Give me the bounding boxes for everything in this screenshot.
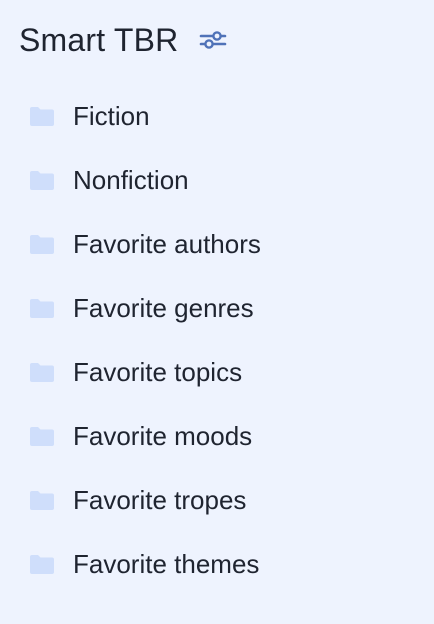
folder-label: Fiction — [73, 100, 150, 131]
folder-label: Favorite moods — [73, 420, 253, 451]
filter-button[interactable] — [198, 25, 228, 55]
folder-label: Favorite authors — [73, 228, 261, 259]
folder-item-favorite-genres[interactable]: Favorite genres — [0, 276, 434, 340]
folder-icon — [29, 553, 55, 575]
folder-label: Nonfiction — [73, 164, 189, 195]
folder-icon — [29, 105, 55, 127]
panel-title: Smart TBR — [19, 21, 179, 58]
folder-item-favorite-authors[interactable]: Favorite authors — [0, 212, 434, 276]
panel-header: Smart TBR — [19, 18, 228, 62]
folder-icon — [29, 425, 55, 447]
folder-item-favorite-topics[interactable]: Favorite topics — [0, 340, 434, 404]
folder-item-favorite-tropes[interactable]: Favorite tropes — [0, 468, 434, 532]
folder-icon — [29, 297, 55, 319]
folder-icon — [29, 361, 55, 383]
folder-icon — [29, 233, 55, 255]
folder-icon — [29, 169, 55, 191]
folder-label: Favorite genres — [73, 292, 254, 323]
smart-tbr-panel: Smart TBR Fiction Nonfiction Favorite au… — [0, 0, 434, 624]
folder-list: Fiction Nonfiction Favorite authors Favo… — [0, 84, 434, 596]
folder-item-fiction[interactable]: Fiction — [0, 84, 434, 148]
sliders-icon — [200, 31, 227, 49]
folder-label: Favorite topics — [73, 356, 243, 387]
folder-label: Favorite tropes — [73, 484, 247, 515]
folder-item-favorite-moods[interactable]: Favorite moods — [0, 404, 434, 468]
folder-label: Favorite themes — [73, 548, 260, 579]
folder-item-favorite-themes[interactable]: Favorite themes — [0, 532, 434, 596]
folder-icon — [29, 489, 55, 511]
folder-item-nonfiction[interactable]: Nonfiction — [0, 148, 434, 212]
